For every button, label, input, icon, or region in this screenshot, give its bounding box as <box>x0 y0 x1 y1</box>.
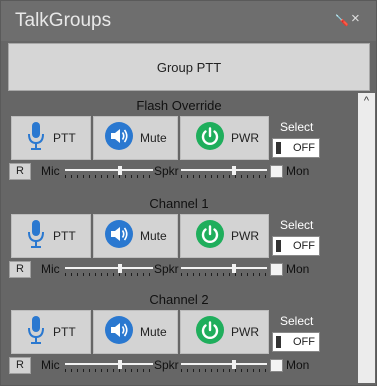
channel-name: Channel 2 <box>149 292 209 307</box>
toggle-state: OFF <box>293 240 315 252</box>
microphone-icon <box>27 121 45 156</box>
channel-name: Flash Override <box>136 98 222 113</box>
channel-panel: Flash Override PTT Mute PWR Select OFF R… <box>1 98 357 196</box>
audio-controls-row: R Mic Spkr Mon <box>1 260 357 280</box>
slider-ticks <box>65 273 153 276</box>
power-label: PWR <box>231 325 259 339</box>
microphone-icon <box>27 315 45 350</box>
vertical-scrollbar[interactable]: ^ <box>358 93 375 383</box>
mon-label: Mon <box>286 262 310 276</box>
slider-track <box>181 267 267 269</box>
mon-label: Mon <box>286 164 310 178</box>
channel-name: Channel 1 <box>149 196 209 211</box>
r-button[interactable]: R <box>9 163 31 180</box>
close-button[interactable]: × <box>351 10 360 27</box>
ptt-button[interactable]: PTT <box>11 214 91 258</box>
ptt-button[interactable]: PTT <box>11 310 91 354</box>
power-button[interactable]: PWR <box>180 310 269 354</box>
microphone-icon <box>27 219 45 254</box>
slider-thumb[interactable] <box>232 166 236 175</box>
spkr-label: Spkr <box>154 358 179 372</box>
power-icon <box>195 219 225 254</box>
mic-label: Mic <box>41 358 60 372</box>
mute-label: Mute <box>140 229 167 243</box>
select-toggle[interactable]: OFF <box>272 138 320 158</box>
mute-button[interactable]: Mute <box>93 310 178 354</box>
group-ptt-label: Group PTT <box>156 59 222 75</box>
ptt-label: PTT <box>53 325 76 339</box>
slider-track <box>65 267 153 269</box>
slider-ticks <box>181 369 267 372</box>
toggle-knob <box>276 240 281 252</box>
slider-track <box>65 169 153 171</box>
slider-thumb[interactable] <box>118 360 122 369</box>
channel-panel: Channel 2 PTT Mute PWR Select OFF R Mic … <box>1 292 357 385</box>
slider-thumb[interactable] <box>232 264 236 273</box>
spkr-label: Spkr <box>154 164 179 178</box>
window-title: TalkGroups <box>15 10 112 31</box>
slider-ticks <box>65 175 153 178</box>
mon-label: Mon <box>286 358 310 372</box>
slider-thumb[interactable] <box>118 166 122 175</box>
slider-track <box>181 169 267 171</box>
mic-label: Mic <box>41 262 60 276</box>
select-toggle[interactable]: OFF <box>272 332 320 352</box>
select-toggle[interactable]: OFF <box>272 236 320 256</box>
mic-slider[interactable] <box>65 360 153 372</box>
toggle-knob <box>276 142 281 154</box>
slider-ticks <box>181 273 267 276</box>
mic-label: Mic <box>41 164 60 178</box>
select-label: Select <box>280 314 314 328</box>
spkr-slider[interactable] <box>181 264 267 276</box>
ptt-button[interactable]: PTT <box>11 116 91 160</box>
power-label: PWR <box>231 131 259 145</box>
power-icon <box>195 121 225 156</box>
spkr-label: Spkr <box>154 262 179 276</box>
slider-track <box>65 363 153 365</box>
r-button[interactable]: R <box>9 261 31 278</box>
channel-panel: Channel 1 PTT Mute PWR Select OFF R Mic … <box>1 196 357 294</box>
power-icon <box>195 315 225 350</box>
power-button[interactable]: PWR <box>180 214 269 258</box>
mon-checkbox[interactable] <box>270 263 283 276</box>
mute-button[interactable]: Mute <box>93 116 178 160</box>
ptt-label: PTT <box>53 131 76 145</box>
group-ptt-button[interactable]: Group PTT <box>8 43 370 91</box>
scroll-up-button[interactable]: ^ <box>358 93 375 110</box>
spkr-slider[interactable] <box>181 360 267 372</box>
mon-checkbox[interactable] <box>270 165 283 178</box>
toggle-knob <box>276 336 281 348</box>
slider-track <box>181 363 267 365</box>
select-label: Select <box>280 218 314 232</box>
mon-checkbox[interactable] <box>270 359 283 372</box>
speaker-icon <box>104 121 134 156</box>
title-bar: TalkGroups 🪛 × <box>1 1 376 41</box>
speaker-icon <box>104 219 134 254</box>
slider-ticks <box>65 369 153 372</box>
mic-slider[interactable] <box>65 264 153 276</box>
power-label: PWR <box>231 229 259 243</box>
pin-icon[interactable]: 🪛 <box>335 14 349 27</box>
toggle-state: OFF <box>293 336 315 348</box>
talkgroups-window: TalkGroups 🪛 × Group PTT Flash Override … <box>0 0 377 386</box>
toggle-state: OFF <box>293 142 315 154</box>
ptt-label: PTT <box>53 229 76 243</box>
spkr-slider[interactable] <box>181 166 267 178</box>
mute-label: Mute <box>140 131 167 145</box>
select-label: Select <box>280 120 314 134</box>
audio-controls-row: R Mic Spkr Mon <box>1 162 357 182</box>
slider-thumb[interactable] <box>232 360 236 369</box>
mute-label: Mute <box>140 325 167 339</box>
mute-button[interactable]: Mute <box>93 214 178 258</box>
mic-slider[interactable] <box>65 166 153 178</box>
r-button[interactable]: R <box>9 357 31 374</box>
slider-ticks <box>181 175 267 178</box>
speaker-icon <box>104 315 134 350</box>
audio-controls-row: R Mic Spkr Mon <box>1 356 357 376</box>
power-button[interactable]: PWR <box>180 116 269 160</box>
slider-thumb[interactable] <box>118 264 122 273</box>
